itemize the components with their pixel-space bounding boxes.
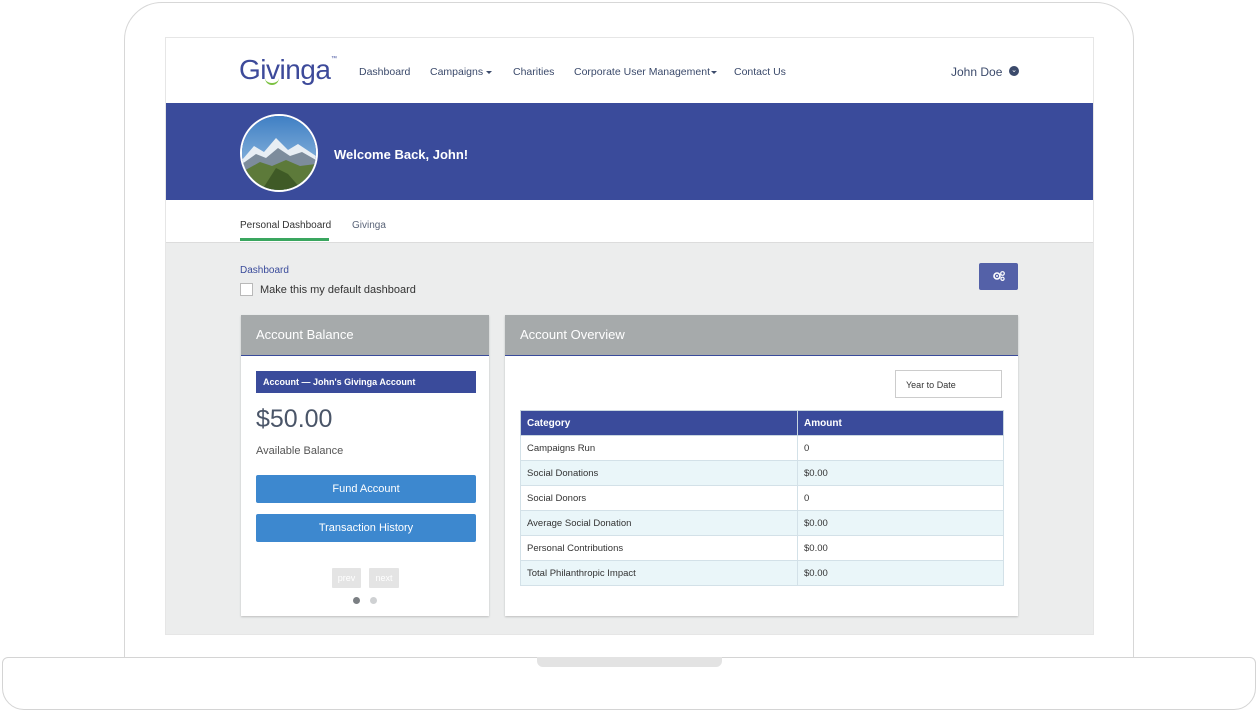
column-header-category[interactable]: Category: [520, 410, 798, 436]
account-balance-title: Account Balance: [241, 315, 489, 356]
column-header-amount[interactable]: Amount: [797, 410, 1004, 436]
caret-down-icon: [710, 70, 717, 74]
balance-amount: $50.00: [256, 405, 333, 433]
nav-charities[interactable]: Charities: [513, 66, 554, 78]
dashboard-settings-button[interactable]: [979, 263, 1018, 290]
caret-down-icon: [486, 70, 493, 74]
cell-category: Social Donors: [520, 485, 798, 511]
nav-corporate-label: Corporate User Management: [574, 66, 710, 78]
tab-givinga[interactable]: Givinga: [352, 220, 386, 231]
table-row: Social Donors 0: [520, 485, 1004, 511]
nav-dashboard[interactable]: Dashboard: [359, 66, 410, 78]
cell-category: Personal Contributions: [520, 535, 798, 561]
givinga-logo[interactable]: Givinga: [239, 54, 331, 86]
cell-category: Campaigns Run: [520, 435, 798, 461]
account-overview-table: Category Amount Campaigns Run 0 Social D…: [520, 410, 1004, 586]
cell-amount: 0: [797, 435, 1004, 461]
nav-contact-us[interactable]: Contact Us: [734, 66, 786, 78]
breadcrumb[interactable]: Dashboard: [240, 265, 289, 276]
cell-amount: $0.00: [797, 510, 1004, 536]
account-overview-card: Account Overview Year to Date Category A…: [505, 315, 1018, 616]
active-tab-indicator: [240, 238, 329, 241]
account-balance-card: Account Balance Account — John's Givinga…: [241, 315, 489, 616]
gears-icon: [992, 271, 1005, 282]
table-header-row: Category Amount: [520, 410, 1004, 436]
nav-campaigns-label: Campaigns: [430, 66, 484, 78]
welcome-banner: Welcome Back, John!: [166, 103, 1093, 200]
carousel-dot[interactable]: [370, 597, 377, 604]
default-dashboard-label: Make this my default dashboard: [260, 284, 416, 296]
tab-personal-dashboard[interactable]: Personal Dashboard: [240, 220, 331, 231]
cell-amount: $0.00: [797, 560, 1004, 586]
transaction-history-button[interactable]: Transaction History: [256, 514, 476, 542]
cell-category: Average Social Donation: [520, 510, 798, 536]
top-navbar: Givinga ™ Dashboard Campaigns Charities …: [166, 38, 1093, 103]
carousel-dot-active[interactable]: [353, 597, 360, 604]
table-row: Total Philanthropic Impact $0.00: [520, 560, 1004, 586]
nav-dashboard-label: Dashboard: [359, 66, 411, 78]
carousel-next-button[interactable]: next: [369, 568, 399, 588]
nav-contact-label: Contact Us: [734, 66, 786, 78]
avatar[interactable]: [240, 114, 318, 192]
mountain-landscape-image: [242, 116, 316, 190]
user-menu-name[interactable]: John Doe: [951, 65, 1002, 79]
dashboard-tabs: Personal Dashboard Givinga: [166, 200, 1093, 243]
account-name-label: Account — John's Givinga Account: [256, 371, 476, 393]
carousel-prev-button[interactable]: prev: [332, 568, 361, 588]
table-row: Social Donations $0.00: [520, 460, 1004, 486]
default-dashboard-checkbox[interactable]: [240, 283, 253, 296]
table-row: Campaigns Run 0: [520, 435, 1004, 461]
period-select[interactable]: Year to Date: [895, 370, 1002, 398]
table-row: Average Social Donation $0.00: [520, 510, 1004, 536]
table-row: Personal Contributions $0.00: [520, 535, 1004, 561]
cell-amount: $0.00: [797, 460, 1004, 486]
fund-account-button[interactable]: Fund Account: [256, 475, 476, 503]
nav-campaigns[interactable]: Campaigns: [430, 66, 493, 78]
cell-amount: $0.00: [797, 535, 1004, 561]
chevron-down-circle-icon[interactable]: ⌄: [1009, 66, 1019, 76]
logo-trademark: ™: [331, 56, 337, 62]
nav-charities-label: Charities: [513, 66, 555, 78]
balance-caption: Available Balance: [256, 445, 344, 457]
laptop-notch: [537, 657, 722, 667]
cell-amount: 0: [797, 485, 1004, 511]
account-overview-title: Account Overview: [505, 315, 1018, 356]
welcome-message: Welcome Back, John!: [334, 147, 469, 162]
app-screen: Givinga ™ Dashboard Campaigns Charities …: [166, 38, 1093, 634]
cell-category: Social Donations: [520, 460, 798, 486]
cell-category: Total Philanthropic Impact: [520, 560, 798, 586]
nav-corporate-user-management[interactable]: Corporate User Management: [574, 66, 717, 78]
